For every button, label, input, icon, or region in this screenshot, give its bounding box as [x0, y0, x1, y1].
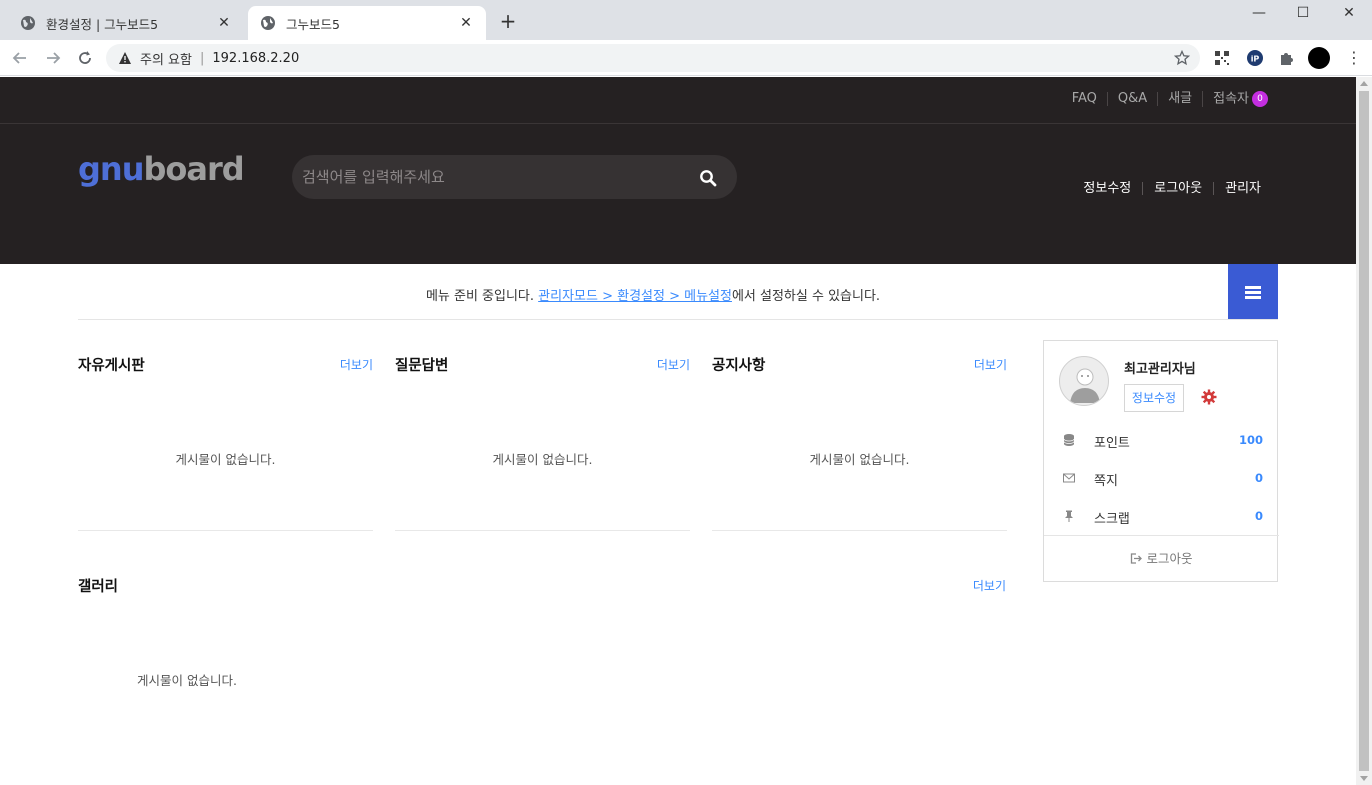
security-label: 주의 요함 [140, 52, 192, 68]
top-link-bar: FAQ Q&A 새글 접속자 0 [0, 77, 1356, 124]
empty-message: 게시물이 없습니다. [809, 452, 910, 467]
star-icon[interactable] [1174, 50, 1190, 66]
qr-code-icon[interactable] [1213, 49, 1231, 67]
memo-value: 0 [1254, 471, 1263, 485]
url-text: 192.168.2.20 [212, 50, 300, 66]
site-header: gnuboard 정보수정 로그아웃 관리자 [0, 124, 1356, 264]
scroll-up-icon[interactable] [1360, 81, 1368, 86]
empty-message: 게시물이 없습니다. [175, 452, 276, 467]
profile-logout-button[interactable]: 로그아웃 [1044, 535, 1279, 582]
admin-link[interactable]: 관리자 [1213, 182, 1272, 195]
avatar [1059, 356, 1109, 406]
qa-link[interactable]: Q&A [1106, 92, 1157, 106]
sign-out-icon [1131, 553, 1143, 564]
svg-text:iP: iP [1251, 55, 1260, 64]
board-free: 자유게시판 더보기 게시물이 없습니다. [78, 354, 373, 531]
points-value: 100 [1238, 433, 1263, 447]
new-tab-button[interactable]: + [497, 10, 519, 32]
scrap-value: 0 [1254, 509, 1263, 523]
minimize-icon[interactable]: — [1248, 2, 1270, 24]
logout-link[interactable]: 로그아웃 [1142, 182, 1213, 195]
empty-message: 게시물이 없습니다. [492, 452, 593, 467]
scrollbar-thumb[interactable] [1359, 91, 1369, 771]
board-notice: 공지사항 더보기 게시물이 없습니다. [712, 354, 1007, 531]
close-icon[interactable]: ✕ [458, 15, 474, 31]
puzzle-extension-icon[interactable] [1278, 49, 1296, 67]
new-posts-link[interactable]: 새글 [1157, 92, 1202, 106]
empty-message: 게시물이 없습니다. [137, 673, 237, 688]
browser-toolbar: 주의 요함 | 192.168.2.20 iP ⋮ [0, 40, 1372, 76]
avatar[interactable] [1308, 47, 1330, 69]
search-box [292, 155, 737, 199]
address-bar[interactable]: 주의 요함 | 192.168.2.20 [106, 44, 1200, 72]
member-name: 최고관리자님 [1124, 362, 1196, 377]
hamburger-icon [1245, 286, 1261, 301]
hamburger-menu-button[interactable] [1228, 264, 1278, 319]
reload-icon[interactable] [75, 48, 95, 68]
edit-profile-link[interactable]: 정보수정 [1072, 182, 1142, 195]
board-title[interactable]: 질문답변 [395, 354, 448, 375]
globe-icon [21, 16, 35, 30]
ip-extension-icon[interactable]: iP [1246, 49, 1264, 67]
divider [78, 530, 373, 531]
user-silhouette-icon [1070, 368, 1100, 403]
board-title[interactable]: 갤러리 [78, 575, 118, 596]
browser-tab-gnuboard[interactable]: 그누보드5 ✕ [248, 6, 486, 40]
browser-tab-settings[interactable]: 환경설정 | 그누보드5 ✕ [8, 6, 244, 40]
scrap-label: 스크랩 [1094, 512, 1130, 527]
page-scrollbar[interactable] [1356, 77, 1372, 785]
warning-icon [119, 52, 131, 64]
globe-icon [261, 16, 275, 30]
logo-part-gnu: gnu [78, 150, 144, 188]
board-title[interactable]: 자유게시판 [78, 354, 145, 375]
user-menu: 정보수정 로그아웃 관리자 [1072, 182, 1272, 195]
notice-suffix: 에서 설정하실 수 있습니다. [731, 289, 881, 304]
database-icon [1063, 434, 1075, 446]
more-link[interactable]: 더보기 [657, 356, 690, 373]
tab-title: 환경설정 | 그누보드5 [46, 16, 159, 32]
envelope-icon [1063, 473, 1075, 483]
visitors-label: 접속자 [1213, 91, 1249, 107]
menu-notice-text: 메뉴 준비 중입니다. 관리자모드 > 환경설정 > 메뉴설정에서 설정하실 수… [78, 285, 1228, 304]
search-input[interactable] [302, 155, 682, 199]
close-icon[interactable]: ✕ [216, 15, 232, 31]
divider [395, 530, 690, 531]
back-arrow-icon[interactable] [10, 48, 30, 68]
member-profile-box: 최고관리자님 정보수정 포인트 100 쪽지 0 스크랩 0 로그아웃 [1043, 340, 1279, 582]
points-label: 포인트 [1094, 436, 1130, 451]
tab-title: 그누보드5 [286, 16, 340, 32]
more-link[interactable]: 더보기 [340, 356, 373, 373]
edit-profile-button[interactable]: 정보수정 [1124, 384, 1184, 412]
board-title[interactable]: 공지사항 [712, 354, 765, 375]
memo-label: 쪽지 [1094, 474, 1118, 489]
board-qa: 질문답변 더보기 게시물이 없습니다. [395, 354, 690, 531]
maximize-icon[interactable]: ☐ [1292, 2, 1314, 24]
more-link[interactable]: 더보기 [973, 577, 1006, 594]
search-icon[interactable] [699, 169, 717, 187]
divider [712, 530, 1007, 531]
points-row[interactable]: 포인트 100 [1044, 421, 1279, 459]
faq-link[interactable]: FAQ [1062, 92, 1107, 106]
window-close-icon[interactable]: ✕ [1338, 2, 1360, 24]
scrap-row[interactable]: 스크랩 0 [1044, 497, 1279, 535]
forward-arrow-icon[interactable] [43, 48, 63, 68]
web-page: FAQ Q&A 새글 접속자0 gnuboard 정보수정 로그아웃 관리자 메… [0, 77, 1356, 785]
browser-tab-bar: 환경설정 | 그누보드5 ✕ 그누보드5 ✕ + — ☐ ✕ [0, 0, 1372, 40]
scroll-down-icon[interactable] [1360, 776, 1368, 781]
menu-notice-bar: 메뉴 준비 중입니다. 관리자모드 > 환경설정 > 메뉴설정에서 설정하실 수… [78, 264, 1278, 320]
notice-prefix: 메뉴 준비 중입니다. [425, 289, 539, 304]
board-gallery: 갤러리 더보기 게시물이 없습니다. [78, 575, 1006, 705]
gear-icon[interactable] [1201, 389, 1217, 405]
visitor-count-badge: 0 [1252, 91, 1268, 107]
visitors-link[interactable]: 접속자 0 [1202, 91, 1278, 107]
more-link[interactable]: 더보기 [974, 356, 1007, 373]
menu-settings-link[interactable]: 관리자모드 > 환경설정 > 메뉴설정 [538, 289, 732, 304]
pin-icon [1065, 510, 1073, 522]
logout-label: 로그아웃 [1146, 551, 1193, 566]
more-menu-icon[interactable]: ⋮ [1346, 48, 1362, 68]
memo-row[interactable]: 쪽지 0 [1044, 459, 1279, 497]
gnuboard-logo[interactable]: gnu board [78, 150, 245, 188]
